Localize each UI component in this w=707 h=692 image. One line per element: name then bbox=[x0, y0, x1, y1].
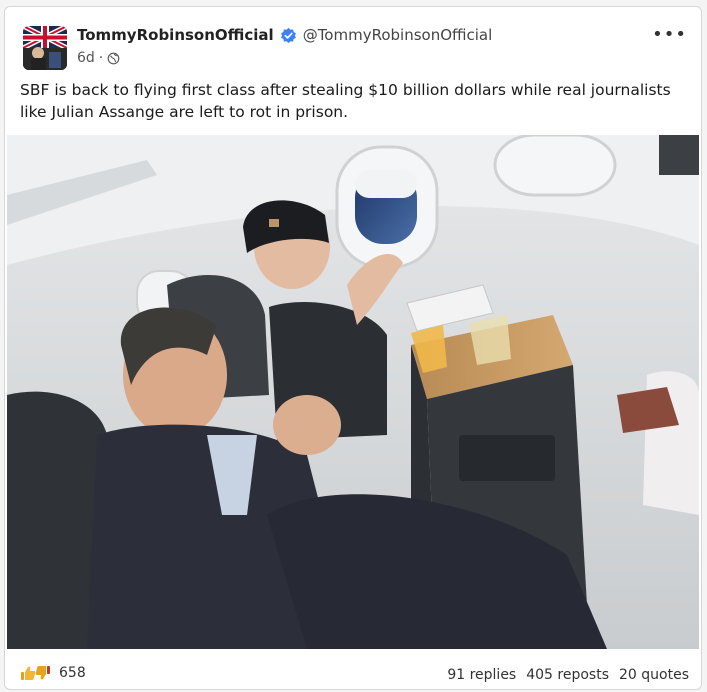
airplane-cabin-photo bbox=[7, 135, 699, 649]
post-image[interactable] bbox=[7, 135, 699, 649]
reposts-count[interactable]: 405 reposts bbox=[526, 667, 609, 683]
post-text: SBF is back to flying first class after … bbox=[20, 81, 671, 121]
reaction-count[interactable]: 658 bbox=[59, 665, 86, 681]
verified-badge-icon bbox=[280, 27, 296, 43]
post-age[interactable]: 6d bbox=[77, 50, 95, 66]
post-card: TommyRobinsonOfficial @TommyRobinsonOffi… bbox=[4, 6, 702, 690]
author-display-name[interactable]: TommyRobinsonOfficial bbox=[77, 26, 274, 44]
globe-icon bbox=[107, 52, 120, 64]
thumbs-up-icon[interactable] bbox=[20, 665, 36, 681]
avatar[interactable] bbox=[23, 26, 67, 70]
author-handle[interactable]: @TommyRobinsonOfficial bbox=[303, 26, 493, 44]
replies-count[interactable]: 91 replies bbox=[447, 667, 516, 683]
more-options-button[interactable]: ••• bbox=[652, 26, 687, 44]
meta-separator: · bbox=[98, 50, 104, 66]
quotes-count[interactable]: 20 quotes bbox=[619, 667, 689, 683]
avatar-image bbox=[23, 26, 67, 70]
thumbs-down-icon[interactable] bbox=[35, 665, 51, 681]
